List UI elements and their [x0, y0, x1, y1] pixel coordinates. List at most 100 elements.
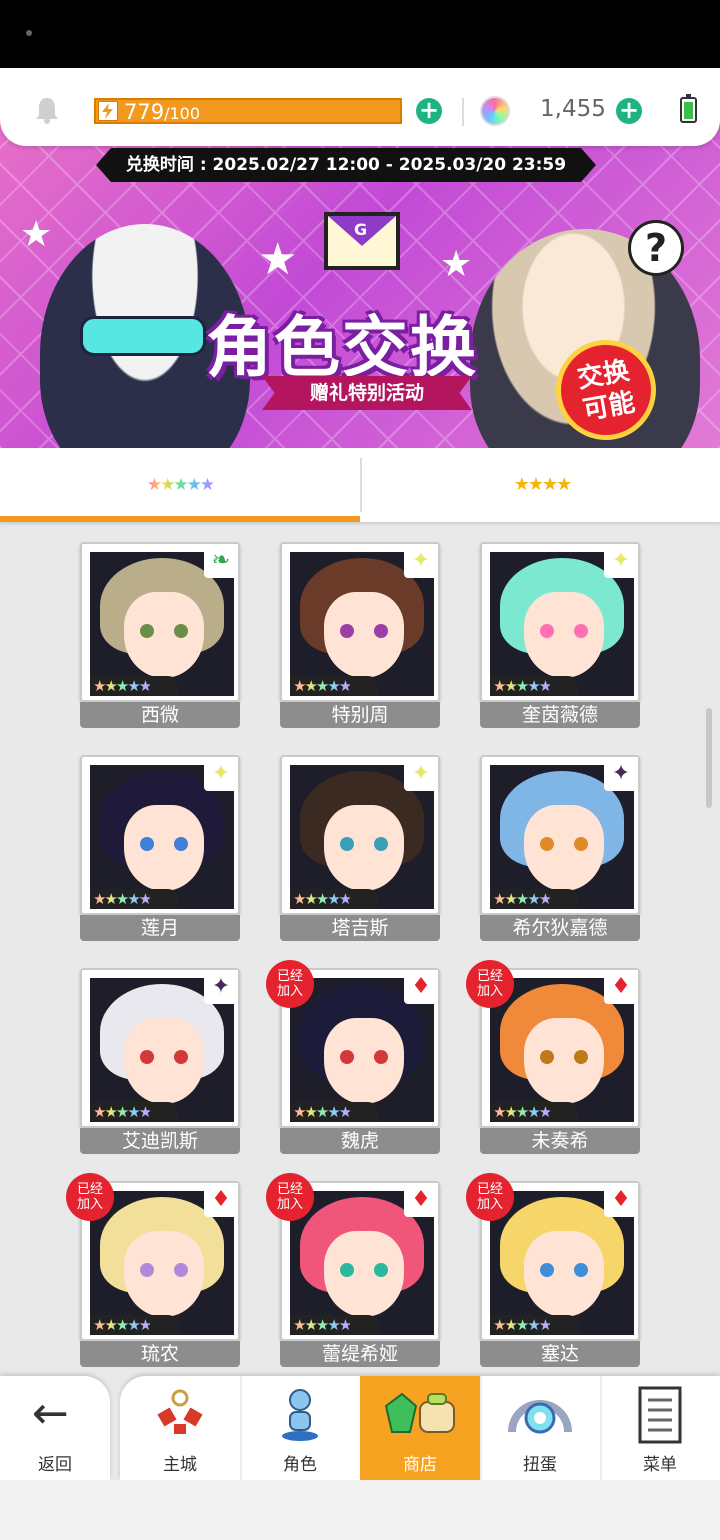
card-frame: ★★★★★ ✦ — [480, 755, 640, 915]
tab-five-star[interactable]: ★★★★★ — [0, 448, 360, 522]
castle-icon — [157, 1389, 203, 1434]
event-subtitle: 赠礼特别活动 — [262, 376, 472, 410]
dark-attribute-icon: ✦ — [204, 970, 238, 1004]
character-card[interactable]: ★★★★★ ♦ 魏虎 已经 加入 — [266, 960, 440, 1154]
event-banner: ★ ★ ★ ★ 兑换时间 : 2025.02/27 12:00 - 2025.0… — [0, 114, 720, 448]
nav-bar: 主城 角色 商店 扭蛋 菜单 — [120, 1376, 720, 1480]
exchange-period: 兑换时间 : 2025.02/27 12:00 - 2025.03/20 23:… — [96, 148, 596, 182]
bolt-icon — [98, 101, 118, 121]
rarity-stars: ★★★★★ — [290, 1102, 378, 1122]
bell-icon[interactable] — [34, 96, 60, 124]
status-dot — [26, 30, 32, 36]
rarity-stars: ★★★★★ — [490, 676, 578, 696]
rarity-stars: ★★★★★ — [290, 1315, 378, 1335]
character-name: 塔吉斯 — [280, 915, 440, 941]
system-nav-area — [0, 1480, 720, 1540]
character-icon — [282, 1389, 318, 1441]
character-card[interactable]: ★★★★★ ✦ 希尔狄嘉德 — [480, 755, 640, 941]
character-card[interactable]: ★★★★★ ❧ 西微 — [80, 542, 240, 728]
leaf-attribute-icon: ❧ — [204, 544, 238, 578]
character-card[interactable]: ★★★★★ ✦ 奎茵薇德 — [480, 542, 640, 728]
nav-item-menu[interactable]: 菜单 — [600, 1376, 720, 1480]
character-card[interactable]: ★★★★★ ♦ 塞达 已经 加入 — [466, 1173, 640, 1367]
character-name: 未奏希 — [480, 1128, 640, 1154]
rarity-stars: ★★★★★ — [90, 889, 178, 909]
character-card[interactable]: ★★★★★ ♦ 未奏希 已经 加入 — [466, 960, 640, 1154]
gem-icon — [480, 96, 510, 126]
nav-item-home[interactable]: 主城 — [120, 1376, 240, 1480]
nav-label: 菜单 — [643, 1455, 677, 1475]
joined-badge: 已经 加入 — [466, 1173, 514, 1221]
stamina-bar: 779/100 — [94, 98, 402, 124]
divider — [462, 98, 464, 126]
envelope-icon: G — [324, 212, 400, 270]
nav-label: 商店 — [403, 1455, 437, 1475]
character-name: 琉农 — [80, 1341, 240, 1367]
scrollbar[interactable] — [706, 708, 712, 808]
add-gems-button[interactable]: + — [616, 98, 642, 124]
app-screen: 779/100 + 1,455 + ★ ★ ★ ★ 兑换时间 : 2025.02… — [0, 68, 720, 1540]
nav-label: 主城 — [163, 1455, 197, 1475]
star-icon: ★ — [258, 234, 298, 285]
rarity-stars: ★★★★★ — [490, 1102, 578, 1122]
nav-item-shop[interactable]: 商店 — [360, 1376, 480, 1480]
character-card[interactable]: ★★★★★ ✦ 莲月 — [80, 755, 240, 941]
rarity-stars: ★★★★★ — [90, 1315, 178, 1335]
nav-item-characters[interactable]: 角色 — [240, 1376, 360, 1480]
character-name: 西微 — [80, 702, 240, 728]
nav-label: 扭蛋 — [523, 1455, 557, 1475]
back-arrow-icon: ← — [32, 1388, 69, 1439]
card-frame: ★★★★★ ✦ — [280, 542, 440, 702]
sparkle-attribute-icon: ✦ — [204, 757, 238, 791]
help-button[interactable]: ? — [628, 220, 684, 276]
card-frame: ★★★★★ ✦ — [80, 968, 240, 1128]
nav-label: 角色 — [283, 1455, 317, 1475]
joined-badge: 已经 加入 — [266, 1173, 314, 1221]
gacha-icon — [508, 1400, 572, 1434]
dark-attribute-icon: ✦ — [604, 757, 638, 791]
sparkle-attribute-icon: ✦ — [404, 757, 438, 791]
character-name: 特别周 — [280, 702, 440, 728]
character-name: 魏虎 — [280, 1128, 440, 1154]
character-name: 奎茵薇德 — [480, 702, 640, 728]
fire-attribute-icon: ♦ — [604, 1183, 638, 1217]
fire-attribute-icon: ♦ — [404, 1183, 438, 1217]
joined-badge: 已经 加入 — [466, 960, 514, 1008]
tab-four-star[interactable]: ★★★★ — [362, 448, 720, 522]
rarity-stars: ★★★★★ — [90, 1102, 178, 1122]
card-frame: ★★★★★ ✦ — [480, 542, 640, 702]
nav-item-gacha[interactable]: 扭蛋 — [480, 1376, 600, 1480]
back-label: 返回 — [38, 1455, 72, 1475]
character-grid: ★★★★★ ❧ 西微 ★★★★★ ✦ 特别周 ★★★★★ ✦ 奎茵薇德 ★★★★★ ✦ 莲月 ★★★★★… — [0, 524, 720, 1454]
character-card[interactable]: ★★★★★ ✦ 特别周 — [280, 542, 440, 728]
card-frame: ★★★★★ ❧ — [80, 542, 240, 702]
joined-badge: 已经 加入 — [66, 1173, 114, 1221]
bottom-navigation: ← 返回 主城 角色 商店 扭蛋 菜单 — [0, 1376, 720, 1540]
resource-bar: 779/100 + 1,455 + — [0, 68, 720, 146]
character-card[interactable]: ★★★★★ ✦ 艾迪凯斯 — [80, 968, 240, 1154]
rarity-tabs: ★★★★★ ★★★★ — [0, 448, 720, 522]
star-icon: ★ — [20, 214, 53, 255]
rarity-stars: ★★★★★ — [90, 676, 178, 696]
sparkle-attribute-icon: ✦ — [604, 544, 638, 578]
card-frame: ★★★★★ ✦ — [280, 755, 440, 915]
fire-attribute-icon: ♦ — [604, 970, 638, 1004]
add-stamina-button[interactable]: + — [416, 98, 442, 124]
back-button[interactable]: ← 返回 — [0, 1376, 110, 1480]
character-card[interactable]: ★★★★★ ✦ 塔吉斯 — [280, 755, 440, 941]
joined-badge: 已经 加入 — [266, 960, 314, 1008]
star-icon: ★ — [440, 244, 473, 285]
event-title: 角色交换 — [206, 309, 478, 386]
character-name: 蕾缇希娅 — [280, 1341, 440, 1367]
character-card[interactable]: ★★★★★ ♦ 蕾缇希娅 已经 加入 — [266, 1173, 440, 1367]
status-bar — [0, 0, 720, 68]
character-name: 塞达 — [480, 1341, 640, 1367]
character-name: 希尔狄嘉德 — [480, 915, 640, 941]
tab-stars: ★★★★★ — [146, 475, 215, 495]
fire-attribute-icon: ♦ — [204, 1183, 238, 1217]
character-name: 莲月 — [80, 915, 240, 941]
rarity-stars: ★★★★★ — [490, 889, 578, 909]
character-card[interactable]: ★★★★★ ♦ 琉农 已经 加入 — [66, 1173, 240, 1367]
stamina-value: 779/100 — [124, 100, 201, 124]
rarity-stars: ★★★★★ — [290, 889, 378, 909]
